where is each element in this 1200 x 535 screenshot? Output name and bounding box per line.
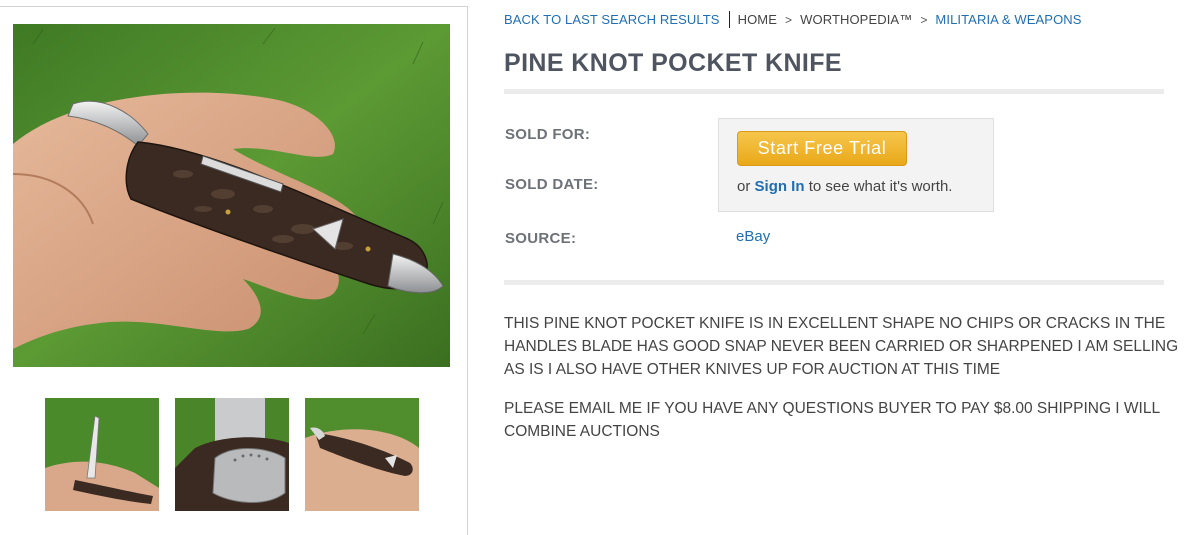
divider: [504, 89, 1164, 94]
description-paragraph-2: PLEASE EMAIL ME IF YOU HAVE ANY QUESTION…: [504, 400, 1160, 440]
breadcrumb-separator: >: [785, 13, 793, 27]
start-free-trial-button[interactable]: Start Free Trial: [737, 131, 907, 166]
thumbnail-2[interactable]: [175, 398, 289, 511]
breadcrumb-worthopedia[interactable]: WORTHOPEDIA™: [800, 12, 912, 27]
back-to-search-link[interactable]: BACK TO LAST SEARCH RESULTS: [504, 12, 720, 27]
signin-prefix: or: [737, 178, 751, 195]
item-title: PINE KNOT POCKET KNIFE: [504, 49, 842, 77]
breadcrumb-separator: >: [920, 13, 928, 27]
divider: [504, 280, 1164, 285]
sign-in-link[interactable]: Sign In: [755, 178, 805, 195]
sold-for-label: SOLD FOR:: [505, 126, 591, 143]
breadcrumb-home[interactable]: HOME: [738, 12, 777, 27]
price-paywall-box: Start Free Trial or Sign In to see what …: [718, 118, 994, 212]
main-product-photo[interactable]: [13, 24, 450, 367]
breadcrumb: BACK TO LAST SEARCH RESULTS HOME > WORTHOPE…: [504, 11, 1082, 28]
thumbnail-1[interactable]: [45, 398, 159, 511]
breadcrumb-divider: [728, 11, 730, 28]
signin-prompt: or Sign In to see what it's worth.: [737, 178, 952, 195]
description-paragraph-1: THIS PINE KNOT POCKET KNIFE IS IN EXCELL…: [504, 315, 1179, 378]
source-ebay-link[interactable]: eBay: [736, 228, 770, 245]
signin-suffix: to see what it's worth.: [808, 178, 953, 195]
breadcrumb-category-link[interactable]: MILITARIA & WEAPONS: [935, 12, 1081, 27]
source-label: SOURCE:: [505, 230, 577, 247]
thumbnail-3[interactable]: [305, 398, 419, 511]
sold-date-label: SOLD DATE:: [505, 176, 599, 193]
